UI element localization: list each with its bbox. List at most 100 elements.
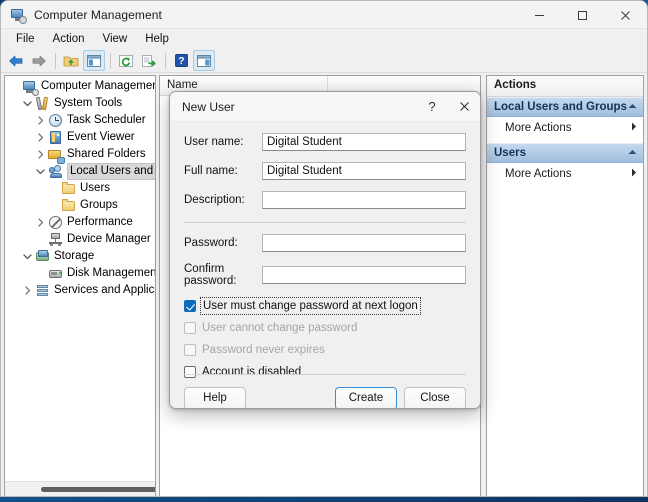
tree-item-label: Disk Management bbox=[67, 266, 155, 281]
action-item-more-actions-groups[interactable]: More Actions bbox=[487, 117, 643, 138]
menu-action[interactable]: Action bbox=[44, 30, 94, 48]
actions-group-label: Local Users and Groups bbox=[494, 101, 627, 113]
maximize-icon[interactable] bbox=[561, 1, 604, 29]
toolbar-separator bbox=[165, 53, 166, 69]
show-hide-console-tree-icon[interactable] bbox=[83, 50, 105, 71]
up-one-level-icon[interactable] bbox=[60, 50, 82, 71]
computer-icon bbox=[22, 79, 38, 95]
tree-item-label: Computer Management (Local bbox=[41, 79, 155, 94]
actions-group-header-users[interactable]: Users bbox=[487, 143, 643, 163]
tree-item-event-viewer[interactable]: Event Viewer bbox=[5, 129, 155, 146]
full-name-label: Full name: bbox=[184, 165, 262, 177]
checkbox-label-cannot-change-password: User cannot change password bbox=[202, 321, 357, 335]
tree-scrollbar-thumb[interactable] bbox=[41, 487, 156, 492]
chevron-down-icon[interactable] bbox=[20, 99, 35, 108]
window-controls bbox=[518, 1, 647, 29]
checkbox-row-password-never-expires[interactable]: Password never expires bbox=[184, 341, 466, 359]
help-icon[interactable]: ? bbox=[170, 50, 192, 71]
chevron-down-icon[interactable] bbox=[33, 167, 48, 176]
tree-item-label: Services and Applications bbox=[54, 283, 155, 298]
tree-item-label: Device Manager bbox=[67, 232, 151, 247]
chevron-right-icon[interactable] bbox=[33, 218, 48, 227]
chevron-down-icon[interactable] bbox=[20, 252, 35, 261]
checkbox-row-must-change-password[interactable]: User must change password at next logon bbox=[184, 297, 466, 315]
chevron-right-icon[interactable] bbox=[33, 150, 48, 159]
actions-group-label: Users bbox=[494, 147, 526, 159]
back-arrow-icon[interactable] bbox=[5, 50, 27, 71]
action-item-more-actions-users[interactable]: More Actions bbox=[487, 163, 643, 184]
dialog-help-icon[interactable]: ? bbox=[416, 92, 448, 122]
storage-icon bbox=[35, 249, 51, 265]
checkbox-label-password-never-expires: Password never expires bbox=[202, 343, 325, 357]
console-tree-pane: Computer Management (Local System ToolsTa… bbox=[4, 75, 156, 497]
tree-item-performance[interactable]: Performance bbox=[5, 214, 155, 231]
field-row-confirm-password: Confirm password: bbox=[184, 263, 466, 287]
tree-item-disk-management[interactable]: Disk Management bbox=[5, 265, 155, 282]
clock-icon bbox=[48, 113, 64, 129]
console-tree: Computer Management (Local System ToolsTa… bbox=[5, 76, 155, 481]
window-title: Computer Management bbox=[34, 8, 162, 22]
tree-item-local-users-and-groups[interactable]: Local Users and Groups bbox=[5, 163, 155, 180]
tree-item-users[interactable]: Users bbox=[5, 180, 155, 197]
dialog-close-icon[interactable] bbox=[448, 92, 480, 122]
tree-item-shared-folders[interactable]: Shared Folders bbox=[5, 146, 155, 163]
actions-pane-title: Actions bbox=[487, 76, 643, 97]
checkbox-row-cannot-change-password[interactable]: User cannot change password bbox=[184, 319, 466, 337]
help-button[interactable]: Help bbox=[184, 387, 246, 410]
create-button[interactable]: Create bbox=[335, 387, 397, 410]
tree-item-label: System Tools bbox=[54, 96, 122, 111]
description-label: Description: bbox=[184, 194, 262, 206]
checkbox-cannot-change-password bbox=[184, 322, 196, 334]
password-input[interactable] bbox=[262, 234, 466, 252]
description-input[interactable] bbox=[262, 191, 466, 209]
tree-item-label: Users bbox=[80, 181, 110, 196]
tree-horizontal-scrollbar[interactable] bbox=[5, 481, 155, 496]
tree-item-label: Local Users and Groups bbox=[67, 163, 155, 180]
confirm-password-input[interactable] bbox=[262, 266, 466, 284]
computer-management-icon bbox=[10, 7, 26, 23]
tree-item-system-tools[interactable]: System Tools bbox=[5, 95, 155, 112]
tree-item-computer-management-local[interactable]: Computer Management (Local bbox=[5, 78, 155, 95]
folder-icon bbox=[61, 181, 77, 197]
chevron-up-icon[interactable] bbox=[628, 103, 637, 111]
chevron-right-icon[interactable] bbox=[33, 133, 48, 142]
export-list-icon[interactable] bbox=[138, 50, 160, 71]
forward-arrow-icon[interactable] bbox=[28, 50, 50, 71]
tree-item-groups[interactable]: Groups bbox=[5, 197, 155, 214]
svg-text:?: ? bbox=[178, 56, 184, 67]
field-row-full-name: Full name: Digital Student bbox=[184, 162, 466, 180]
menu-view[interactable]: View bbox=[94, 30, 137, 48]
checkbox-must-change-password[interactable] bbox=[184, 300, 196, 312]
shared-icon bbox=[48, 147, 64, 163]
dialog-footer: Help Create Close bbox=[170, 375, 480, 409]
tree-item-task-scheduler[interactable]: Task Scheduler bbox=[5, 112, 155, 129]
menu-help[interactable]: Help bbox=[136, 30, 178, 48]
close-icon[interactable] bbox=[604, 1, 647, 29]
dialog-separator-top bbox=[184, 222, 466, 223]
tree-item-device-manager[interactable]: Device Manager bbox=[5, 231, 155, 248]
action-item-label: More Actions bbox=[505, 168, 571, 180]
tree-item-storage[interactable]: Storage bbox=[5, 248, 155, 265]
tree-item-services-and-applications[interactable]: Services and Applications bbox=[5, 282, 155, 299]
chevron-right-icon[interactable] bbox=[20, 286, 35, 295]
refresh-icon[interactable] bbox=[115, 50, 137, 71]
minimize-icon[interactable] bbox=[518, 1, 561, 29]
toolbar-separator bbox=[55, 53, 56, 69]
tree-item-label: Shared Folders bbox=[67, 147, 146, 162]
title-bar: Computer Management bbox=[1, 1, 647, 29]
folder-icon bbox=[61, 198, 77, 214]
close-button[interactable]: Close bbox=[404, 387, 466, 410]
menu-bar: File Action View Help bbox=[1, 29, 647, 49]
disk-icon bbox=[48, 266, 64, 282]
show-hide-action-pane-icon[interactable] bbox=[193, 50, 215, 71]
user-name-input[interactable]: Digital Student bbox=[262, 133, 466, 151]
chevron-right-icon[interactable] bbox=[33, 116, 48, 125]
new-user-dialog: New User ? User name: Digital Student Fu… bbox=[169, 91, 481, 409]
toolbar-separator bbox=[110, 53, 111, 69]
menu-file[interactable]: File bbox=[7, 30, 44, 48]
actions-group-header-local-users-and-groups[interactable]: Local Users and Groups bbox=[487, 97, 643, 117]
event-icon bbox=[48, 130, 64, 146]
users-icon bbox=[48, 164, 64, 180]
chevron-up-icon[interactable] bbox=[628, 149, 637, 157]
full-name-input[interactable]: Digital Student bbox=[262, 162, 466, 180]
